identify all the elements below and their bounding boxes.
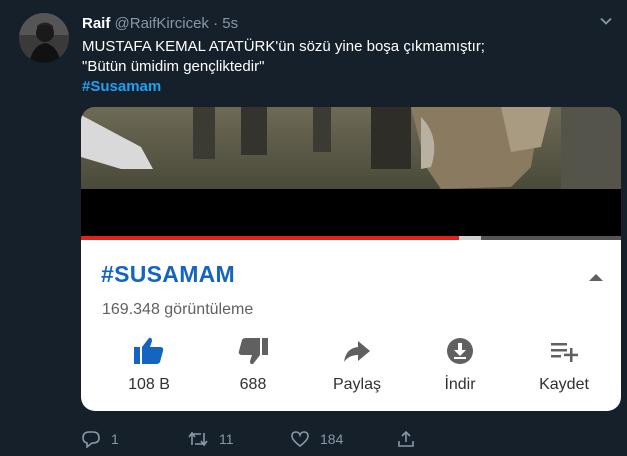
hashtag-link[interactable]: #Susamam bbox=[82, 77, 485, 97]
tweet-text: MUSTAFA KEMAL ATATÜRK'ün sözü yine boşa … bbox=[82, 37, 485, 97]
reply-icon bbox=[82, 431, 100, 448]
tweet-text-line: "Bütün ümidim gençliktedir" bbox=[82, 58, 265, 75]
reply-button[interactable]: 1 bbox=[81, 428, 119, 450]
played-bar bbox=[81, 236, 459, 240]
tweet: Raif @RaifKircicek · 5s MUSTAFA KEMAL AT… bbox=[0, 0, 627, 456]
like-count: 108 B bbox=[128, 376, 170, 393]
download-button[interactable]: İndir bbox=[415, 336, 505, 400]
thumbs-up-icon bbox=[134, 337, 164, 364]
reply-count: 1 bbox=[111, 431, 119, 447]
download-icon bbox=[447, 338, 473, 364]
retweet-count: 11 bbox=[219, 431, 234, 447]
tweet-text-line: MUSTAFA KEMAL ATATÜRK'ün sözü yine boşa … bbox=[82, 38, 485, 55]
save-label: Kaydet bbox=[539, 376, 589, 393]
video-card[interactable]: #SUSAMAM 169.348 görüntüleme 108 B 688 P… bbox=[81, 107, 621, 411]
heart-icon bbox=[291, 431, 309, 448]
like-button[interactable]: 108 B bbox=[104, 336, 194, 400]
upload-icon bbox=[398, 430, 414, 447]
video-player[interactable] bbox=[81, 107, 621, 240]
dislike-count: 688 bbox=[239, 376, 267, 393]
buffered-bar bbox=[459, 236, 481, 240]
user-name[interactable]: Raif bbox=[82, 15, 110, 32]
share-tweet-button[interactable] bbox=[397, 428, 425, 450]
retweet-button[interactable]: 11 bbox=[187, 428, 234, 450]
chevron-up-icon[interactable] bbox=[588, 269, 604, 281]
download-label: İndir bbox=[444, 376, 476, 393]
avatar[interactable] bbox=[19, 13, 69, 63]
timestamp[interactable]: 5s bbox=[222, 15, 238, 32]
share-button[interactable]: Paylaş bbox=[312, 336, 402, 400]
retweet-icon bbox=[188, 431, 208, 447]
separator: · bbox=[213, 15, 219, 32]
chevron-down-icon[interactable] bbox=[599, 14, 613, 28]
tweet-actions: 1 11 184 bbox=[0, 428, 627, 450]
playlist-add-icon bbox=[551, 343, 578, 362]
share-icon bbox=[344, 341, 370, 362]
video-progress-bar[interactable] bbox=[81, 236, 621, 240]
tweet-header: Raif @RaifKircicek · 5s bbox=[82, 14, 238, 34]
share-label: Paylaş bbox=[332, 376, 382, 393]
like-tweet-button[interactable]: 184 bbox=[290, 428, 343, 450]
user-handle[interactable]: @RaifKircicek bbox=[115, 15, 209, 32]
video-title[interactable]: #SUSAMAM bbox=[101, 261, 235, 288]
like-count-tweet: 184 bbox=[320, 431, 344, 447]
thumbs-down-icon bbox=[238, 338, 268, 365]
dislike-button[interactable]: 688 bbox=[208, 336, 298, 400]
view-count: 169.348 görüntüleme bbox=[102, 301, 254, 318]
save-button[interactable]: Kaydet bbox=[519, 336, 609, 400]
video-actions: 108 B 688 Paylaş İndir Kaydet bbox=[81, 336, 621, 406]
